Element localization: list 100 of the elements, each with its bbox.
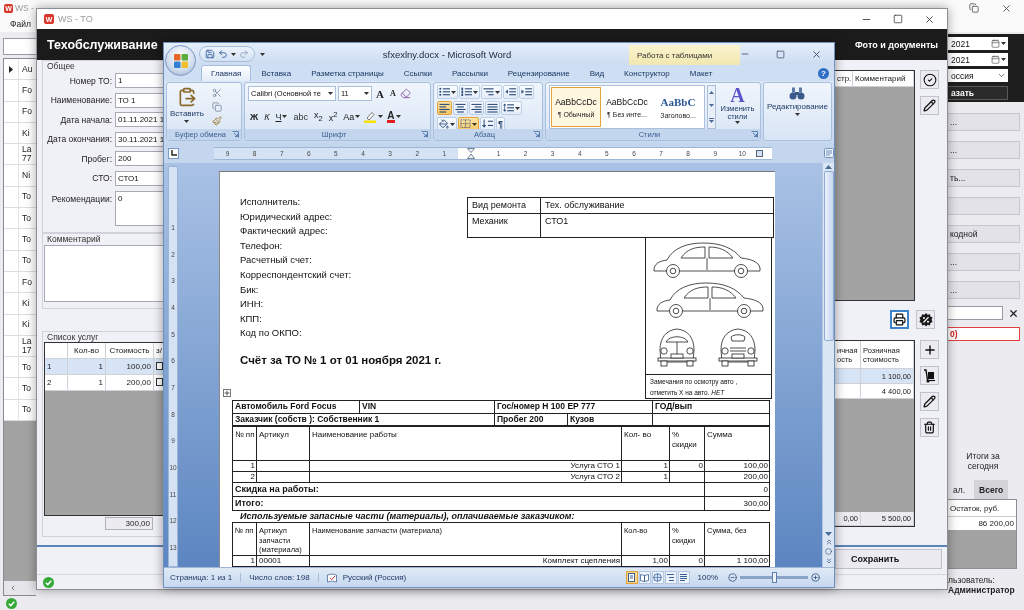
input-field[interactable]: 01.11.2021 1 [115, 112, 165, 128]
ribbon-tab[interactable]: Ссылки [393, 65, 442, 81]
print-button[interactable] [890, 310, 909, 329]
badge-button[interactable] [916, 310, 935, 329]
ribbon-tab[interactable]: Вставка [251, 65, 302, 81]
menu-item[interactable]: Файл [10, 19, 31, 29]
font-color-button[interactable]: A [385, 109, 403, 124]
increase-indent-button[interactable] [519, 85, 534, 99]
hand-truck-button[interactable] [920, 366, 939, 385]
maximize-icon[interactable] [776, 49, 785, 59]
move-handle-icon[interactable] [223, 389, 231, 397]
undo-icon[interactable] [218, 49, 228, 59]
record-row[interactable]: Ki [4, 122, 36, 145]
double-chevron-down-icon[interactable] [824, 557, 833, 565]
save-icon[interactable] [205, 49, 215, 59]
corner-arrow-icon[interactable] [533, 131, 540, 138]
apply-button[interactable]: азать [948, 86, 1008, 100]
view-button[interactable] [664, 571, 677, 584]
record-row[interactable]: To [4, 399, 36, 422]
view-button[interactable] [651, 571, 664, 584]
scroll-down-icon[interactable] [825, 532, 832, 536]
align-left-button[interactable] [437, 101, 452, 115]
grow-font-button[interactable]: A [374, 87, 386, 100]
corner-arrow-icon[interactable] [421, 131, 428, 138]
action-button[interactable]: ... [948, 141, 1020, 159]
scrollbar-thumb[interactable] [823, 171, 834, 341]
record-row[interactable]: To [4, 229, 36, 251]
confirm-button[interactable] [920, 70, 939, 89]
zoom-in-icon[interactable] [811, 573, 820, 582]
tab[interactable]: Фото и документы [854, 39, 938, 50]
scroll-up-icon[interactable] [708, 91, 714, 95]
highlighter-icon[interactable] [364, 110, 377, 123]
input-field[interactable]: 30.11.2021 1 [115, 131, 165, 147]
ribbon-tab[interactable]: Главная [201, 65, 252, 81]
eraser-icon[interactable] [399, 88, 411, 99]
tab[interactable]: Всего [974, 480, 1009, 499]
help-button[interactable]: ? [818, 67, 829, 79]
circle-icon[interactable] [825, 548, 832, 555]
record-row[interactable]: To [4, 378, 36, 400]
add-button[interactable] [920, 340, 939, 359]
multilevel-list-button[interactable] [481, 85, 502, 99]
double-chevron-up-icon[interactable] [824, 538, 833, 546]
corner-arrow-icon[interactable] [751, 131, 758, 138]
search-field[interactable] [948, 306, 1003, 320]
superscript-button[interactable]: x$^{2}$ [326, 109, 340, 124]
input-field[interactable] [3, 38, 36, 55]
paste-button[interactable]: Вставить [170, 85, 204, 129]
ribbon-tab[interactable]: Вид [579, 65, 615, 81]
maximize-icon[interactable] [893, 14, 903, 24]
text-area[interactable]: 0 [115, 190, 163, 226]
record-row[interactable]: Fo [4, 101, 36, 123]
view-button[interactable] [677, 571, 690, 584]
align-right-button[interactable] [469, 101, 484, 115]
ribbon-tab[interactable]: Конструктор [614, 65, 680, 81]
action-button[interactable]: ть... [948, 169, 1020, 187]
action-button[interactable]: ... [948, 113, 1020, 131]
edit-button[interactable] [920, 96, 939, 115]
input-field[interactable]: ТО 1 [115, 92, 163, 108]
record-row[interactable]: To [4, 250, 36, 272]
case-button[interactable]: Aa [341, 109, 363, 124]
underline-button[interactable]: Ч [273, 109, 290, 124]
checkbox[interactable] [156, 378, 163, 387]
save-button[interactable]: Сохранить [835, 549, 942, 569]
bullet-list-button[interactable] [437, 85, 458, 99]
input-field[interactable]: СТО1 [115, 170, 163, 186]
input-field[interactable]: 200 [115, 151, 163, 167]
shrink-font-button[interactable]: A [387, 89, 398, 98]
book-check-icon[interactable] [326, 572, 338, 583]
record-row[interactable]: Au [4, 59, 36, 81]
align-center-button[interactable] [453, 101, 468, 115]
record-row[interactable]: Ki [4, 293, 36, 315]
scroll-down-icon[interactable] [708, 104, 714, 108]
ribbon-tab[interactable]: Рассылки [441, 65, 498, 81]
region-dropdown[interactable]: оссия [948, 69, 1008, 82]
paintbrush-icon[interactable] [211, 116, 222, 126]
restore-icon[interactable] [969, 3, 979, 13]
record-row[interactable]: Fo [4, 271, 36, 294]
ribbon-tab[interactable]: Макет [679, 65, 723, 81]
lined-box-icon[interactable] [824, 148, 834, 158]
corner-arrow-icon[interactable] [232, 131, 239, 138]
edit-button[interactable] [920, 392, 939, 411]
indent-marker-icon[interactable] [467, 147, 476, 159]
view-button[interactable] [638, 571, 651, 584]
close-icon[interactable] [1008, 307, 1019, 319]
date-field[interactable]: 2021 [948, 53, 1008, 66]
record-row[interactable]: Ni [4, 165, 36, 187]
bold-button[interactable]: Ж [248, 109, 261, 124]
record-row[interactable]: Fo [4, 80, 36, 102]
date-field[interactable]: 2021 [948, 37, 1008, 50]
record-row[interactable]: La 77 [4, 144, 36, 166]
expand-down-icon[interactable] [708, 117, 714, 123]
tab-stop-selector[interactable] [168, 147, 179, 159]
subscript-button[interactable]: x$_{2}$ [311, 109, 325, 124]
square-marker-icon[interactable] [755, 149, 763, 157]
slider-thumb[interactable] [772, 572, 777, 583]
input-field[interactable]: 1 [115, 73, 163, 88]
record-row[interactable]: To [4, 357, 36, 379]
ribbon-tab[interactable]: Рецензирование [497, 65, 580, 81]
scroll-left-icon[interactable] [9, 584, 17, 592]
action-button[interactable]: ... [948, 281, 1020, 299]
